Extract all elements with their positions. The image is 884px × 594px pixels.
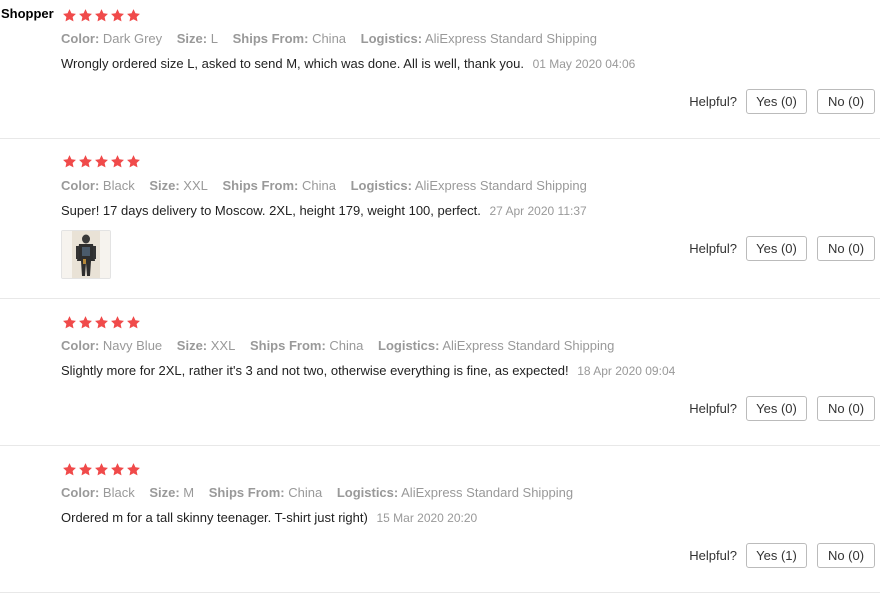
star-icon <box>78 462 93 477</box>
helpful-vote: Helpful? Yes (0) No (0) <box>689 236 875 261</box>
helpful-no-button[interactable]: No (0) <box>817 236 875 261</box>
star-icon <box>126 315 141 330</box>
attr-logistics: Logistics: AliExpress Standard Shipping <box>378 338 615 353</box>
star-icon <box>126 8 141 23</box>
review-date: 15 Mar 2020 20:20 <box>376 511 478 525</box>
star-icon <box>78 8 93 23</box>
star-rating <box>62 315 141 330</box>
attr-size: Size: XXL <box>149 178 208 193</box>
review-item: Shopper Color: Dark Grey Size: L Ships F… <box>0 0 880 139</box>
review-text: Slightly more for 2XL, rather it's 3 and… <box>61 363 675 379</box>
helpful-label: Helpful? <box>689 94 737 109</box>
review-date: 01 May 2020 04:06 <box>532 57 636 71</box>
helpful-yes-button[interactable]: Yes (1) <box>746 543 807 568</box>
attr-ships-from: Ships From: China <box>222 178 336 193</box>
star-icon <box>94 315 109 330</box>
attr-logistics: Logistics: AliExpress Standard Shipping <box>360 31 597 46</box>
star-rating <box>62 8 141 23</box>
attr-size: Size: M <box>149 485 195 500</box>
attr-ships-from: Ships From: China <box>208 485 323 500</box>
star-icon <box>110 154 125 169</box>
helpful-vote: Helpful? Yes (1) No (0) <box>689 543 875 568</box>
helpful-vote: Helpful? Yes (0) No (0) <box>689 396 875 421</box>
attr-size: Size: L <box>176 31 218 46</box>
attr-size: Size: XXL <box>176 338 236 353</box>
review-photo-thumbnail[interactable] <box>61 230 111 279</box>
star-icon <box>110 8 125 23</box>
review-item: Color: Black Size: XXL Ships From: China… <box>0 138 880 299</box>
helpful-no-button[interactable]: No (0) <box>817 543 875 568</box>
attr-color: Color: Black <box>61 178 135 193</box>
star-rating <box>62 154 141 169</box>
helpful-vote: Helpful? Yes (0) No (0) <box>689 89 875 114</box>
attr-color: Color: Black <box>61 485 135 500</box>
star-icon <box>78 315 93 330</box>
helpful-label: Helpful? <box>689 401 737 416</box>
review-body: Slightly more for 2XL, rather it's 3 and… <box>61 363 569 378</box>
helpful-yes-button[interactable]: Yes (0) <box>746 396 807 421</box>
helpful-yes-button[interactable]: Yes (0) <box>746 236 807 261</box>
helpful-label: Helpful? <box>689 548 737 563</box>
attr-ships-from: Ships From: China <box>249 338 364 353</box>
star-icon <box>110 462 125 477</box>
review-attributes: Color: Black Size: XXL Ships From: China… <box>61 178 598 194</box>
helpful-no-button[interactable]: No (0) <box>817 89 875 114</box>
helpful-yes-button[interactable]: Yes (0) <box>746 89 807 114</box>
star-icon <box>126 462 141 477</box>
attr-color: Color: Navy Blue <box>61 338 163 353</box>
star-icon <box>94 8 109 23</box>
star-icon <box>126 154 141 169</box>
review-date: 27 Apr 2020 11:37 <box>489 204 587 218</box>
review-text: Ordered m for a tall skinny teenager. T-… <box>61 510 477 526</box>
star-icon <box>78 154 93 169</box>
review-text: Wrongly ordered size L, asked to send M,… <box>61 56 635 72</box>
review-item: Color: Navy Blue Size: XXL Ships From: C… <box>0 298 880 446</box>
star-rating <box>62 462 141 477</box>
review-attributes: Color: Navy Blue Size: XXL Ships From: C… <box>61 338 625 354</box>
review-attributes: Color: Black Size: M Ships From: China L… <box>61 485 584 501</box>
review-body: Super! 17 days delivery to Moscow. 2XL, … <box>61 203 481 218</box>
review-body: Ordered m for a tall skinny teenager. T-… <box>61 510 368 525</box>
star-icon <box>110 315 125 330</box>
attr-ships-from: Ships From: China <box>232 31 347 46</box>
review-attributes: Color: Dark Grey Size: L Ships From: Chi… <box>61 31 608 47</box>
review-body: Wrongly ordered size L, asked to send M,… <box>61 56 524 71</box>
review-item: Color: Black Size: M Ships From: China L… <box>0 445 880 593</box>
attr-logistics: Logistics: AliExpress Standard Shipping <box>336 485 574 500</box>
reviews-list: Shopper Color: Dark Grey Size: L Ships F… <box>0 0 884 594</box>
attr-color: Color: Dark Grey <box>61 31 163 46</box>
helpful-no-button[interactable]: No (0) <box>817 396 875 421</box>
star-icon <box>62 462 77 477</box>
star-icon <box>94 154 109 169</box>
review-author: Shopper <box>1 6 54 21</box>
star-icon <box>94 462 109 477</box>
attr-logistics: Logistics: AliExpress Standard Shipping <box>350 178 587 193</box>
review-text: Super! 17 days delivery to Moscow. 2XL, … <box>61 203 587 219</box>
review-date: 18 Apr 2020 09:04 <box>577 364 676 378</box>
star-icon <box>62 154 77 169</box>
star-icon <box>62 8 77 23</box>
helpful-label: Helpful? <box>689 241 737 256</box>
star-icon <box>62 315 77 330</box>
